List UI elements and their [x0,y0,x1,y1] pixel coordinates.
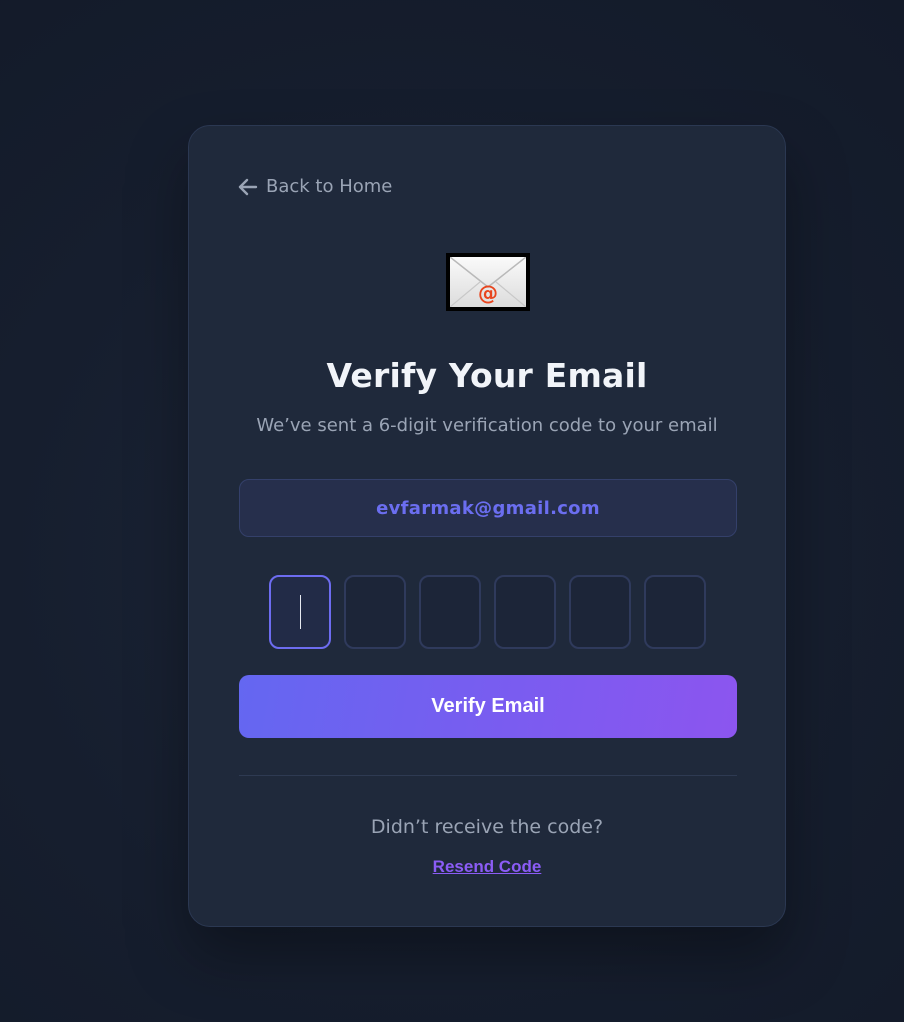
resend-code-link[interactable]: Resend Code [433,857,542,876]
email-display: evfarmak@gmail.com [239,479,737,537]
envelope-at-icon: @ [446,253,530,311]
arrow-left-icon [238,178,258,195]
code-digit-3[interactable] [419,575,481,649]
page-subtitle: We’ve sent a 6-digit verification code t… [256,415,718,436]
code-digit-2[interactable] [344,575,406,649]
code-digit-6[interactable] [644,575,706,649]
page-title: Verify Your Email [326,356,648,395]
back-to-home-link[interactable]: Back to Home [238,176,392,197]
code-digit-5[interactable] [569,575,631,649]
resend-prompt: Didn’t receive the code? [370,816,604,838]
verify-card: Back to Home @ Verify Your Email We’ve s… [188,125,786,927]
code-digit-1[interactable] [269,575,331,649]
code-digit-4[interactable] [494,575,556,649]
verification-code-inputs [269,575,706,649]
verify-email-button[interactable]: Verify Email [239,675,737,738]
divider [239,775,737,776]
at-symbol: @ [478,281,498,305]
email-value: evfarmak@gmail.com [376,497,600,519]
back-link-label: Back to Home [266,176,393,197]
